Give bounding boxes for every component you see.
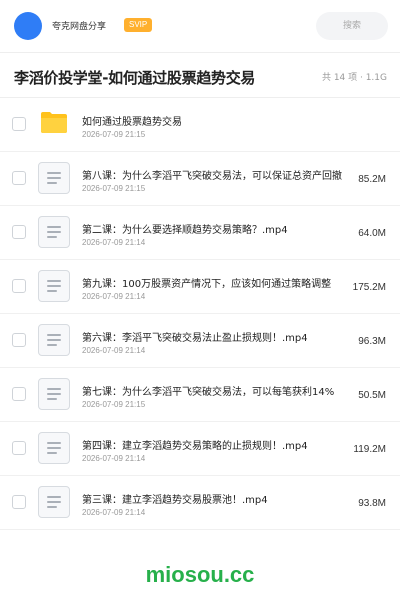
checkbox[interactable]	[12, 441, 26, 455]
checkbox[interactable]	[12, 333, 26, 347]
document-icon	[38, 432, 70, 464]
row-divider	[0, 529, 400, 530]
document-icon	[38, 270, 70, 302]
file-name: 第四课：建立李滔趋势交易策略的止损规则！.mp4	[82, 441, 308, 452]
file-name: 如何通过股票趋势交易	[82, 117, 182, 128]
page-title: 李滔价投学堂-如何通过股票趋势交易	[14, 69, 256, 87]
list-item[interactable]: 第八课：为什么李滔平飞突破交易法，可以保证总资产回撤 2026-07-09 21…	[0, 152, 400, 206]
svip-badge: SVIP	[124, 18, 153, 32]
checkbox[interactable]	[12, 387, 26, 401]
document-icon	[38, 162, 70, 194]
file-name: 第八课：为什么李滔平飞突破交易法，可以保证总资产回撤	[82, 171, 342, 182]
file-name: 第七课：为什么李滔平飞突破交易法，可以每笔获利14%	[82, 387, 335, 398]
folder-title-bar: 李滔价投学堂-如何通过股票趋势交易 共 14 项 · 1.1G	[0, 53, 400, 97]
checkbox[interactable]	[12, 171, 26, 185]
checkbox[interactable]	[12, 279, 26, 293]
list-item[interactable]: 如何通过股票趋势交易 2026-07-09 21:15	[0, 98, 400, 152]
checkbox[interactable]	[12, 117, 26, 131]
share-owner-name: 夸克网盘分享	[52, 22, 107, 32]
avatar[interactable]	[14, 12, 42, 40]
folder-meta: 共 14 项 · 1.1G	[321, 73, 387, 83]
file-date: 2026-07-09 21:15	[82, 184, 146, 193]
list-item[interactable]: 第六课：李滔平飞突破交易法止盈止损规则！.mp4 2026-07-09 21:1…	[0, 314, 400, 368]
document-icon	[38, 378, 70, 410]
file-name: 第六课：李滔平飞突破交易法止盈止损规则！.mp4	[82, 333, 308, 344]
site-watermark: miosou.cc	[145, 562, 255, 587]
file-size: 93.8M	[356, 498, 386, 509]
list-item[interactable]: 第二课：为什么要选择顺趋势交易策略？.mp4 2026-07-09 21:14 …	[0, 206, 400, 260]
checkbox[interactable]	[12, 495, 26, 509]
file-size: 50.5M	[356, 390, 386, 401]
file-size: 96.3M	[356, 336, 386, 347]
file-size: 85.2M	[356, 174, 386, 185]
file-date: 2026-07-09 21:14	[82, 292, 146, 301]
file-name: 第二课：为什么要选择顺趋势交易策略？.mp4	[82, 225, 288, 236]
file-name: 第九课：100万股票资产情况下，应该如何通过策略调整	[82, 279, 332, 290]
list-item[interactable]: 第九课：100万股票资产情况下，应该如何通过策略调整 2026-07-09 21…	[0, 260, 400, 314]
list-item[interactable]: 第七课：为什么李滔平飞突破交易法，可以每笔获利14% 2026-07-09 21…	[0, 368, 400, 422]
document-icon	[38, 324, 70, 356]
document-icon	[38, 486, 70, 518]
file-date: 2026-07-09 21:15	[82, 400, 146, 409]
file-date: 2026-07-09 21:15	[82, 130, 146, 139]
list-item[interactable]: 第三课：建立李滔趋势交易股票池！.mp4 2026-07-09 21:14 93…	[0, 476, 400, 530]
file-size: 175.2M	[350, 282, 386, 293]
file-date: 2026-07-09 21:14	[82, 508, 146, 517]
file-size: 119.2M	[351, 444, 386, 455]
list-item[interactable]: 第四课：建立李滔趋势交易策略的止损规则！.mp4 2026-07-09 21:1…	[0, 422, 400, 476]
file-date: 2026-07-09 21:14	[82, 238, 146, 247]
share-header: 夸克网盘分享 SVIP 搜索	[0, 0, 400, 52]
search-input[interactable]: 搜索	[316, 12, 388, 40]
document-icon	[38, 216, 70, 248]
file-name: 第三课：建立李滔趋势交易股票池！.mp4	[82, 495, 268, 506]
file-size: 64.0M	[356, 228, 386, 239]
file-date: 2026-07-09 21:14	[82, 346, 146, 355]
checkbox[interactable]	[12, 225, 26, 239]
folder-icon	[41, 112, 67, 133]
file-date: 2026-07-09 21:14	[82, 454, 146, 463]
